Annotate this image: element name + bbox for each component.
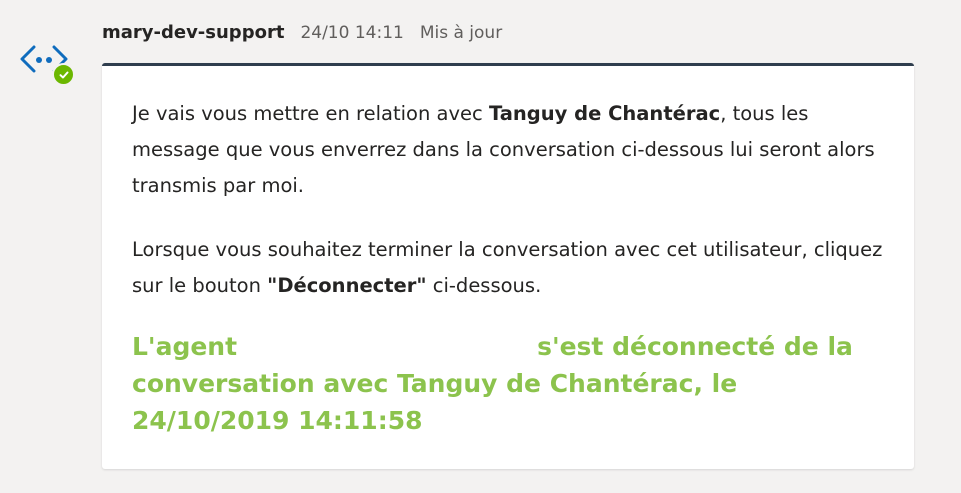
message-timestamp: 24/10 14:11 [300,23,404,43]
instructions-text-end: ci-dessous. [426,274,542,297]
intro-text-start: Je vais vous mettre en relation avec [132,102,489,125]
chat-panel: mary-dev-support 24/10 14:11 Mis à jour … [0,0,961,493]
disconnect-button-name: "Déconnecter" [267,274,427,297]
notice-prefix: L'agent [132,332,238,361]
edited-label: Mis à jour [419,23,503,43]
intro-paragraph: Je vais vous mettre en relation avec Tan… [132,96,892,204]
sender-name[interactable]: mary-dev-support [102,22,284,43]
status-badge [52,63,75,86]
instructions-paragraph: Lorsque vous souhaitez terminer la conve… [132,232,892,304]
check-circle-icon [59,71,68,78]
message-card: Je vais vous mettre en relation avec Tan… [102,63,914,469]
message-header: mary-dev-support 24/10 14:11 Mis à jour [102,22,502,48]
disconnect-notice: L'agent s'est déconnecté de la conversati… [132,328,892,439]
notice-text: s'est déconnecté de la conversation avec… [132,332,853,435]
agent-name: Tanguy de Chantérac [488,102,721,125]
